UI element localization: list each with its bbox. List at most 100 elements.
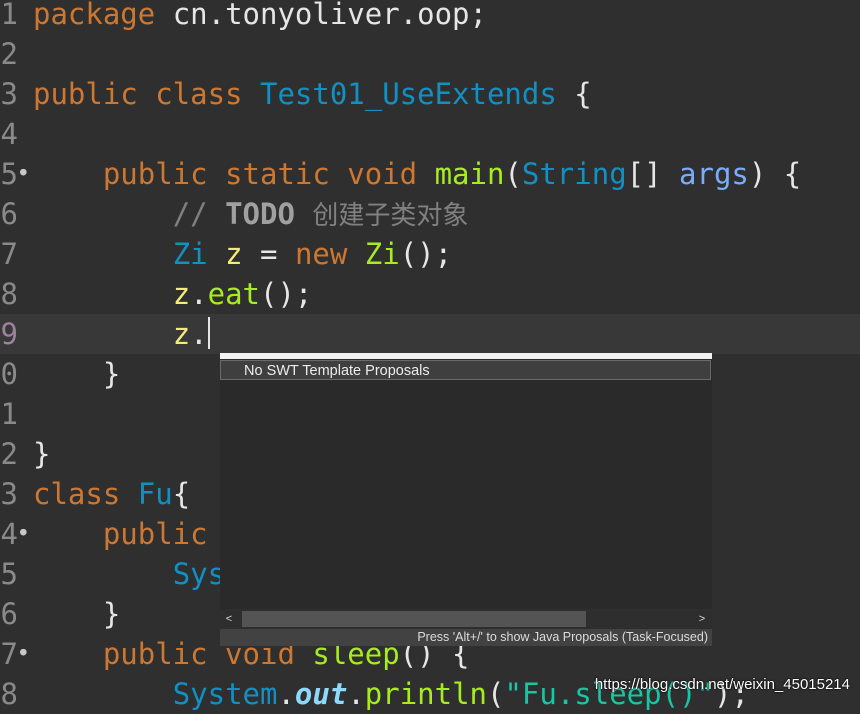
code-token: String (521, 157, 627, 191)
proposal-item[interactable]: No SWT Template Proposals (220, 360, 711, 380)
line-number: 4 (0, 117, 18, 151)
code-token: Zi (364, 237, 400, 271)
code-text: public static void main(String[] args) { (33, 154, 801, 194)
code-token: ( (504, 157, 522, 191)
code-token: { (172, 477, 191, 511)
line-number-gutter: 8 (0, 674, 30, 714)
code-token: 创建子类对象 (312, 201, 469, 231)
scrollbar-thumb[interactable] (242, 611, 586, 627)
line-number-gutter: 8 (0, 274, 30, 314)
code-token: Test01_UseExtends (259, 77, 557, 111)
code-token: . (347, 677, 365, 711)
fold-collapse-icon[interactable]: ● (20, 646, 27, 657)
scroll-left-arrow-icon[interactable]: < (222, 610, 236, 628)
code-token: { (556, 77, 592, 111)
line-number: 2 (0, 37, 18, 71)
line-number: 7 (0, 237, 18, 271)
code-text: class Fu{ (33, 474, 190, 514)
code-token: public (102, 517, 226, 551)
line-number: 4 (0, 517, 18, 551)
code-token: args (679, 157, 749, 191)
line-number: 1 (0, 0, 18, 31)
code-token: z (172, 277, 191, 311)
code-line[interactable]: 8 z.eat(); (0, 274, 860, 314)
popup-status-text: Press 'Alt+/' to show Java Proposals (Ta… (417, 630, 708, 644)
horizontal-scrollbar[interactable]: < > (220, 609, 712, 629)
code-text: z. (33, 314, 210, 354)
code-token: out (294, 677, 348, 711)
line-number-gutter: 5 ● (0, 154, 30, 194)
line-number: 3 (0, 477, 18, 511)
code-token: (); (260, 277, 313, 311)
line-number: 8 (0, 677, 18, 711)
line-number-gutter: 9 (0, 314, 30, 354)
code-text: } (33, 594, 120, 634)
code-text: } (33, 354, 120, 394)
code-token: . (190, 277, 208, 311)
line-number-gutter: 3 (0, 474, 30, 514)
code-text: z.eat(); (33, 274, 313, 314)
content-assist-popup[interactable]: No SWT Template Proposals < > Press 'Alt… (220, 353, 712, 646)
code-text: package cn.tonyoliver.oop; (33, 0, 487, 34)
fold-collapse-icon[interactable]: ● (20, 526, 27, 537)
text-caret (207, 317, 210, 349)
line-number-gutter: 7 (0, 234, 30, 274)
line-number-gutter: 4 (0, 114, 30, 154)
code-token: System (172, 677, 278, 711)
code-token: println (364, 677, 487, 711)
line-number-gutter: 5 (0, 554, 30, 594)
current-code-line[interactable]: 9 z. (0, 314, 860, 354)
code-line[interactable]: 2 (0, 34, 860, 74)
code-token: } (33, 437, 51, 471)
line-number: 5 (0, 557, 18, 591)
code-line[interactable]: 1 package cn.tonyoliver.oop; (0, 0, 860, 34)
line-number-gutter: 2 (0, 434, 30, 474)
line-number: 1 (0, 397, 18, 431)
code-line[interactable]: 4 (0, 114, 860, 154)
line-number: 0 (0, 357, 18, 391)
code-token: Fu (137, 477, 173, 511)
code-token: z (172, 317, 191, 351)
line-number: 9 (0, 317, 18, 351)
line-number-gutter: 1 (0, 394, 30, 434)
code-line[interactable]: 5 ● public static void main(String[] args… (0, 154, 860, 194)
line-number: 3 (0, 77, 18, 111)
code-line[interactable]: 3 public class Test01_UseExtends { (0, 74, 860, 114)
line-number: 5 (0, 157, 18, 191)
code-token: eat (207, 277, 261, 311)
code-token: main (434, 157, 505, 191)
code-token: Zi (172, 237, 226, 271)
line-number-gutter: 3 (0, 74, 30, 114)
line-number-gutter: 7 ● (0, 634, 30, 674)
line-number-gutter: 2 (0, 34, 30, 74)
code-token: // (172, 197, 226, 231)
code-text: } (33, 434, 50, 474)
code-line[interactable]: 6 // TODO 创建子类对象 (0, 194, 860, 234)
code-token: public class (33, 77, 260, 111)
line-number-gutter: 0 (0, 354, 30, 394)
code-token: package (33, 0, 173, 31)
code-token: . (190, 317, 208, 351)
code-token: } (33, 597, 121, 631)
proposal-label: No SWT Template Proposals (244, 363, 430, 379)
line-number-gutter: 1 (0, 0, 30, 34)
popup-top-border (220, 353, 712, 359)
code-line[interactable]: 7 Zi z = new Zi(); (0, 234, 860, 274)
code-token: cn.tonyoliver.oop; (172, 0, 487, 31)
fold-collapse-icon[interactable]: ● (20, 166, 27, 177)
code-token: [] (626, 157, 680, 191)
code-token: } (33, 357, 121, 391)
code-token: public static void (102, 157, 435, 191)
line-number-gutter: 6 (0, 594, 30, 634)
scroll-right-arrow-icon[interactable]: > (695, 610, 709, 628)
line-number-gutter: 6 (0, 194, 30, 234)
